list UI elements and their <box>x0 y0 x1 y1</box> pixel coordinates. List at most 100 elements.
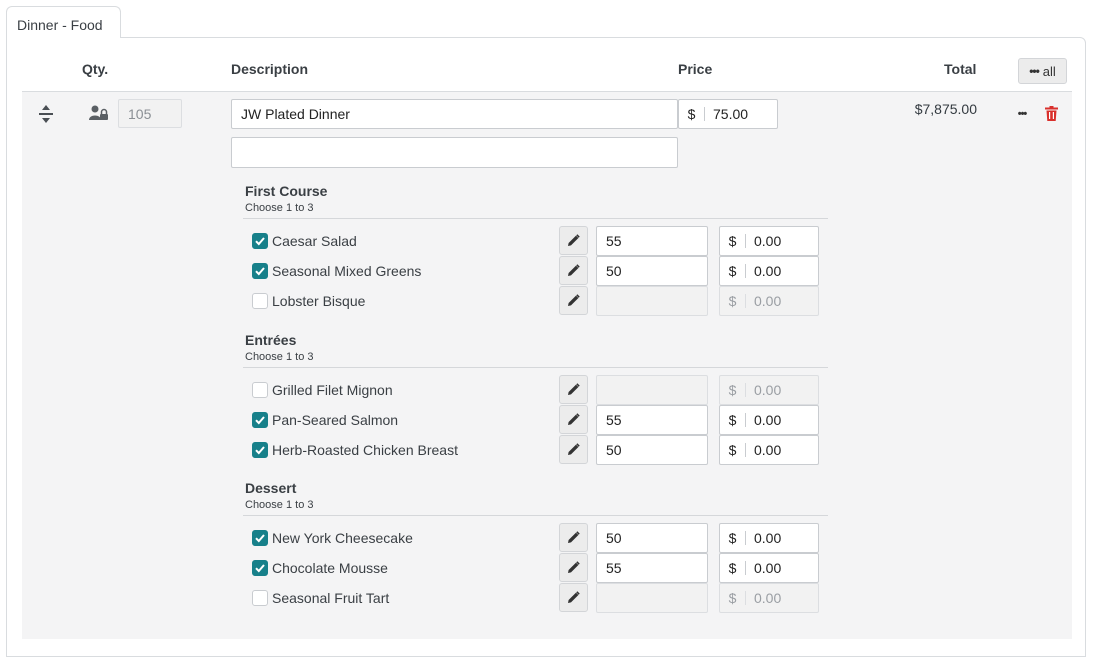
all-actions-button[interactable]: ••• all <box>1018 58 1067 84</box>
item-price-value: 75.00 <box>713 106 749 122</box>
option-price-input[interactable]: $0.00 <box>719 375 819 405</box>
pencil-icon <box>568 531 580 543</box>
item-description-input[interactable]: JW Plated Dinner <box>231 99 678 129</box>
option-checkbox[interactable] <box>252 263 268 279</box>
option-checkbox[interactable] <box>252 530 268 546</box>
edit-option-button[interactable] <box>559 523 588 552</box>
trash-icon[interactable] <box>1044 105 1058 122</box>
option-label: Seasonal Mixed Greens <box>272 263 422 279</box>
item-note-input[interactable] <box>231 137 678 168</box>
line-item-row <box>22 92 1072 639</box>
option-qty-input[interactable] <box>596 375 708 405</box>
qty-header: Qty. <box>82 61 109 77</box>
section-subtitle: Choose 1 to 3 <box>245 351 314 363</box>
option-price-value: 0.00 <box>754 263 782 279</box>
currency-symbol: $ <box>720 561 746 575</box>
edit-option-button[interactable] <box>559 375 588 404</box>
checkmark-icon <box>255 237 265 246</box>
option-checkbox[interactable] <box>252 560 268 576</box>
option-label: Herb-Roasted Chicken Breast <box>272 442 458 458</box>
user-lock-icon[interactable] <box>88 104 110 122</box>
edit-option-button[interactable] <box>559 286 588 315</box>
option-price-value: 0.00 <box>754 382 782 398</box>
section-subtitle: Choose 1 to 3 <box>245 202 314 214</box>
more-icon: ••• <box>1029 64 1040 78</box>
currency-symbol: $ <box>720 443 746 457</box>
section-divider <box>243 367 828 368</box>
checkmark-icon <box>255 564 265 573</box>
description-header: Description <box>231 61 309 77</box>
currency-symbol: $ <box>720 531 746 545</box>
option-label: Chocolate Mousse <box>272 560 388 576</box>
currency-symbol: $ <box>720 413 746 427</box>
option-price-input[interactable]: $0.00 <box>719 405 819 435</box>
option-qty-input[interactable]: 55 <box>596 553 708 583</box>
item-qty-input[interactable]: 105 <box>118 99 182 128</box>
option-checkbox[interactable] <box>252 590 268 606</box>
option-qty-input[interactable]: 50 <box>596 435 708 465</box>
pencil-icon <box>568 413 580 425</box>
drag-handle-icon[interactable] <box>37 103 55 125</box>
currency-symbol: $ <box>720 264 746 278</box>
item-price-input[interactable]: $ 75.00 <box>678 99 778 129</box>
option-checkbox[interactable] <box>252 233 268 249</box>
edit-option-button[interactable] <box>559 553 588 582</box>
pencil-icon <box>568 561 580 573</box>
edit-option-button[interactable] <box>559 226 588 255</box>
checkmark-icon <box>255 267 265 276</box>
section-divider <box>243 218 828 219</box>
option-checkbox[interactable] <box>252 412 268 428</box>
option-checkbox[interactable] <box>252 442 268 458</box>
currency-symbol: $ <box>720 383 746 397</box>
option-label: New York Cheesecake <box>272 530 413 546</box>
option-label: Grilled Filet Mignon <box>272 382 393 398</box>
option-price-value: 0.00 <box>754 530 782 546</box>
option-checkbox[interactable] <box>252 293 268 309</box>
price-header: Price <box>678 61 713 77</box>
item-total: $7,875.00 <box>914 101 977 117</box>
option-price-input[interactable]: $0.00 <box>719 553 819 583</box>
option-qty-input[interactable] <box>596 583 708 613</box>
option-price-input[interactable]: $0.00 <box>719 523 819 553</box>
section-divider <box>243 515 828 516</box>
checkmark-icon <box>255 534 265 543</box>
option-qty-input[interactable]: 55 <box>596 226 708 256</box>
currency-symbol: $ <box>720 294 746 308</box>
option-price-value: 0.00 <box>754 560 782 576</box>
pencil-icon <box>568 234 580 246</box>
option-qty-input[interactable] <box>596 286 708 316</box>
currency-symbol: $ <box>679 107 705 121</box>
option-label: Caesar Salad <box>272 233 357 249</box>
option-price-input[interactable]: $0.00 <box>719 226 819 256</box>
edit-option-button[interactable] <box>559 583 588 612</box>
option-label: Lobster Bisque <box>272 293 366 309</box>
edit-option-button[interactable] <box>559 435 588 464</box>
section-title: Dessert <box>245 480 297 496</box>
option-label: Seasonal Fruit Tart <box>272 590 390 606</box>
option-qty-input[interactable]: 50 <box>596 256 708 286</box>
pencil-icon <box>568 443 580 455</box>
option-price-input[interactable]: $0.00 <box>719 256 819 286</box>
total-header: Total <box>944 61 977 77</box>
option-price-input[interactable]: $0.00 <box>719 435 819 465</box>
section-title: Entrées <box>245 332 297 348</box>
all-button-label: all <box>1042 63 1056 79</box>
option-price-input[interactable]: $0.00 <box>719 286 819 316</box>
section-subtitle: Choose 1 to 3 <box>245 499 314 511</box>
edit-option-button[interactable] <box>559 405 588 434</box>
tab-dinner-food[interactable]: Dinner - Food <box>6 6 121 38</box>
more-icon[interactable]: ••• <box>1013 106 1031 122</box>
edit-option-button[interactable] <box>559 256 588 285</box>
option-label: Pan-Seared Salmon <box>272 412 399 428</box>
option-price-input[interactable]: $0.00 <box>719 583 819 613</box>
option-qty-input[interactable]: 50 <box>596 523 708 553</box>
option-checkbox[interactable] <box>252 382 268 398</box>
currency-symbol: $ <box>720 234 746 248</box>
pencil-icon <box>568 591 580 603</box>
option-qty-input[interactable]: 55 <box>596 405 708 435</box>
section-title: First Course <box>245 183 328 199</box>
tab-label: Dinner - Food <box>17 17 103 33</box>
checkmark-icon <box>255 416 265 425</box>
option-price-value: 0.00 <box>754 293 782 309</box>
option-price-value: 0.00 <box>754 412 782 428</box>
